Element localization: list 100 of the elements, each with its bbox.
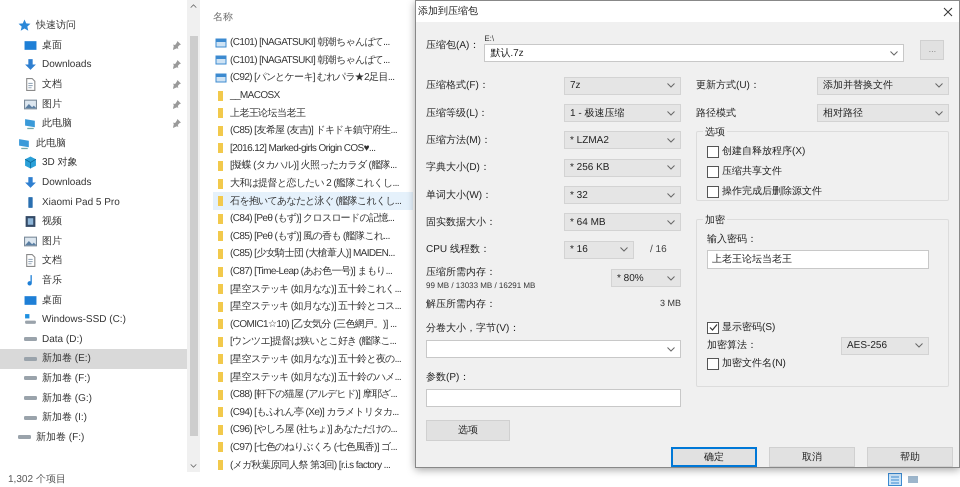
file-row[interactable]: (C87) [Time-Leap (あお色一号)] まもり... bbox=[213, 262, 413, 280]
nav-item[interactable]: Downloads bbox=[0, 172, 187, 192]
dialog-button[interactable]: 帮助 bbox=[867, 447, 953, 467]
pin-icon bbox=[172, 80, 181, 90]
status-text: 1,302 个项目 bbox=[8, 473, 66, 487]
file-row[interactable]: (C101) [NAGATSUKI] 朝潮ちゃんぱて... bbox=[213, 34, 413, 52]
file-row[interactable]: [ウンツエ]提督は狭いとこ好き (艦隊こ... bbox=[213, 333, 413, 351]
thumbnail-view-icon[interactable] bbox=[906, 473, 920, 486]
file-row[interactable]: (C92) [パンとケーキ] むれパラ★2足目... bbox=[213, 69, 413, 87]
checkbox[interactable] bbox=[707, 322, 719, 334]
dropdown[interactable]: * 256 KB bbox=[564, 158, 681, 177]
dropdown[interactable]: * 16 bbox=[564, 240, 634, 258]
path-text: E:\ bbox=[484, 34, 496, 44]
field-label: 输入密码： bbox=[707, 232, 758, 247]
password-field[interactable]: 上老王论坛当老王 bbox=[707, 250, 929, 269]
file-row[interactable]: (C94) [もふれん亭 (Xe)] カラメトリタカ... bbox=[213, 403, 413, 422]
cube-icon bbox=[24, 156, 37, 170]
nav-item[interactable]: 此电脑 bbox=[0, 114, 187, 134]
checkbox-label: 加密文件名(N) bbox=[722, 356, 786, 372]
nav-item[interactable]: 视频 bbox=[0, 212, 187, 232]
nav-item[interactable]: 新加卷 (G:) bbox=[0, 388, 187, 408]
file-row[interactable]: 石を抱いてあなたと泳ぐ (艦隊これくし... bbox=[213, 192, 413, 210]
file-row[interactable]: (COMIC1☆10) [乙女気分 (三色網戸。)] ... bbox=[213, 316, 413, 334]
desktop-icon bbox=[24, 294, 37, 307]
window-title: 添加到压缩包 bbox=[418, 4, 478, 20]
close-icon[interactable] bbox=[943, 6, 953, 17]
file-row[interactable]: 大和は提督と恋したい 2 (艦隊これくし... bbox=[213, 174, 413, 192]
nav-item[interactable]: 快速访问 bbox=[0, 16, 187, 36]
checkmark-icon bbox=[708, 323, 718, 332]
file-row[interactable]: [星空ステッキ (如月なな)] 五十鈴と夜の... bbox=[213, 350, 413, 368]
nav-item[interactable]: 桌面 bbox=[0, 36, 187, 56]
dropdown[interactable]: * 32 bbox=[564, 186, 681, 204]
details-view-icon[interactable] bbox=[888, 473, 902, 486]
nav-item[interactable]: 3D 对象 bbox=[0, 153, 187, 173]
dropdown[interactable]: AES-256 bbox=[841, 336, 929, 355]
chevron-down-icon bbox=[620, 247, 628, 252]
options-button[interactable]: 选项 bbox=[426, 420, 510, 441]
field-label: 字典大小(D)： bbox=[426, 160, 490, 176]
scrollbar-thumb[interactable] bbox=[190, 36, 198, 436]
nav-item[interactable]: Windows-SSD (C:) bbox=[0, 310, 187, 330]
nav-item[interactable]: 文档 bbox=[0, 251, 187, 271]
file-row[interactable]: [星空ステッキ (如月なな)] 五十鈴とコス... bbox=[213, 298, 413, 316]
chevron-down-icon bbox=[667, 220, 675, 225]
field-label: 解压所需内存： bbox=[426, 298, 496, 312]
field-label: 压缩包(A)： bbox=[426, 38, 480, 54]
file-row[interactable]: (C84) [Peθ (もず)] クロスロードの記憶... bbox=[213, 210, 413, 228]
file-row[interactable]: (メガ秋葉原同人祭 第3回) [r.i.s factory ... bbox=[213, 456, 413, 474]
checkbox[interactable] bbox=[707, 358, 719, 370]
dropdown[interactable]: * LZMA2 bbox=[564, 131, 681, 150]
dialog-button[interactable]: 确定 bbox=[671, 447, 757, 467]
checkbox[interactable] bbox=[707, 166, 719, 178]
dropdown[interactable]: * 64 MB bbox=[564, 213, 681, 232]
dropdown[interactable]: * 80% bbox=[611, 269, 681, 287]
dropdown[interactable]: 相对路径 bbox=[817, 104, 949, 122]
nav-item[interactable]: Data (D:) bbox=[0, 330, 187, 350]
document-icon bbox=[24, 254, 37, 268]
document-icon bbox=[24, 78, 37, 92]
nav-item[interactable]: 新加卷 (I:) bbox=[0, 408, 187, 428]
column-header[interactable]: 名称 bbox=[213, 10, 233, 34]
dropdown[interactable]: 1 - 极速压缩 bbox=[564, 104, 681, 122]
nav-item[interactable]: 图片 bbox=[0, 94, 187, 114]
chevron-down-icon bbox=[667, 110, 675, 116]
chevron-down-icon bbox=[667, 192, 675, 198]
file-row[interactable]: [擬蝶 (タカハル)] 火照ったカラダ (艦隊... bbox=[213, 157, 413, 175]
pin-icon bbox=[172, 60, 181, 70]
file-row[interactable]: (C101) [NAGATSUKI] 朝潮ちゃんぱて... bbox=[213, 52, 413, 70]
drive-icon bbox=[24, 376, 37, 380]
file-row[interactable]: (C85) [Peθ (もず)] 風の香も (艦隊これ... bbox=[213, 228, 413, 246]
dropdown[interactable]: 7z bbox=[564, 76, 681, 95]
file-row[interactable]: [星空ステッキ (如月なな)] 五十鈴のハメ... bbox=[213, 368, 413, 386]
nav-item[interactable]: 桌面 bbox=[0, 290, 187, 310]
nav-item[interactable]: 此电脑 bbox=[0, 134, 187, 154]
nav-item[interactable]: 新加卷 (E:) bbox=[0, 349, 187, 369]
nav-item[interactable]: 音乐 bbox=[0, 270, 187, 290]
nav-item[interactable]: 新加卷 (F:) bbox=[0, 368, 187, 388]
chevron-down-icon bbox=[667, 138, 675, 143]
scrollbar[interactable] bbox=[187, 0, 200, 472]
dialog-button[interactable]: 取消 bbox=[769, 447, 855, 467]
combo-box[interactable]: 默认.7z bbox=[484, 44, 904, 62]
file-row[interactable]: 上老王论坛当老王 bbox=[213, 104, 413, 122]
file-row[interactable]: (C97) [七色のねりぶくろ (七色風香)] ゴ... bbox=[213, 438, 413, 456]
nav-item[interactable]: 图片 bbox=[0, 232, 187, 252]
thread-max-text: / 16 bbox=[650, 243, 667, 257]
checkbox[interactable] bbox=[707, 146, 719, 158]
checkbox-label: 显示密码(S) bbox=[722, 320, 776, 336]
nav-item[interactable]: Downloads bbox=[0, 55, 187, 75]
nav-item[interactable]: 新加卷 (F:) bbox=[0, 427, 187, 448]
parameters-field[interactable] bbox=[426, 389, 681, 407]
checkbox[interactable] bbox=[707, 186, 719, 198]
dropdown[interactable]: 添加并替换文件 bbox=[817, 76, 949, 95]
file-row[interactable]: [星空ステッキ (如月なな)] 五十鈴これく... bbox=[213, 280, 413, 298]
field-label: 参数(P)： bbox=[426, 370, 470, 385]
file-row[interactable]: __MACOSX bbox=[213, 86, 413, 104]
file-row[interactable]: (C96) [やしろ屋 (社ちょ)] あなただけの... bbox=[213, 421, 413, 439]
file-row[interactable]: (C88) [軒下の猫屋 (アルデヒド)] 摩耶ざ... bbox=[213, 386, 413, 404]
nav-item[interactable]: 文档 bbox=[0, 74, 187, 94]
nav-item[interactable]: Xiaomi Pad 5 Pro bbox=[0, 192, 187, 212]
file-row[interactable]: (C85) [少女騎士団 (大槍葦人)] MAIDEN... bbox=[213, 245, 413, 263]
file-row[interactable]: (C85) [友希屋 (友吉)] ドキドキ鎮守府生... bbox=[213, 122, 413, 140]
file-row[interactable]: [2016.12] Marked-girls Origin COS♥... bbox=[213, 140, 413, 158]
